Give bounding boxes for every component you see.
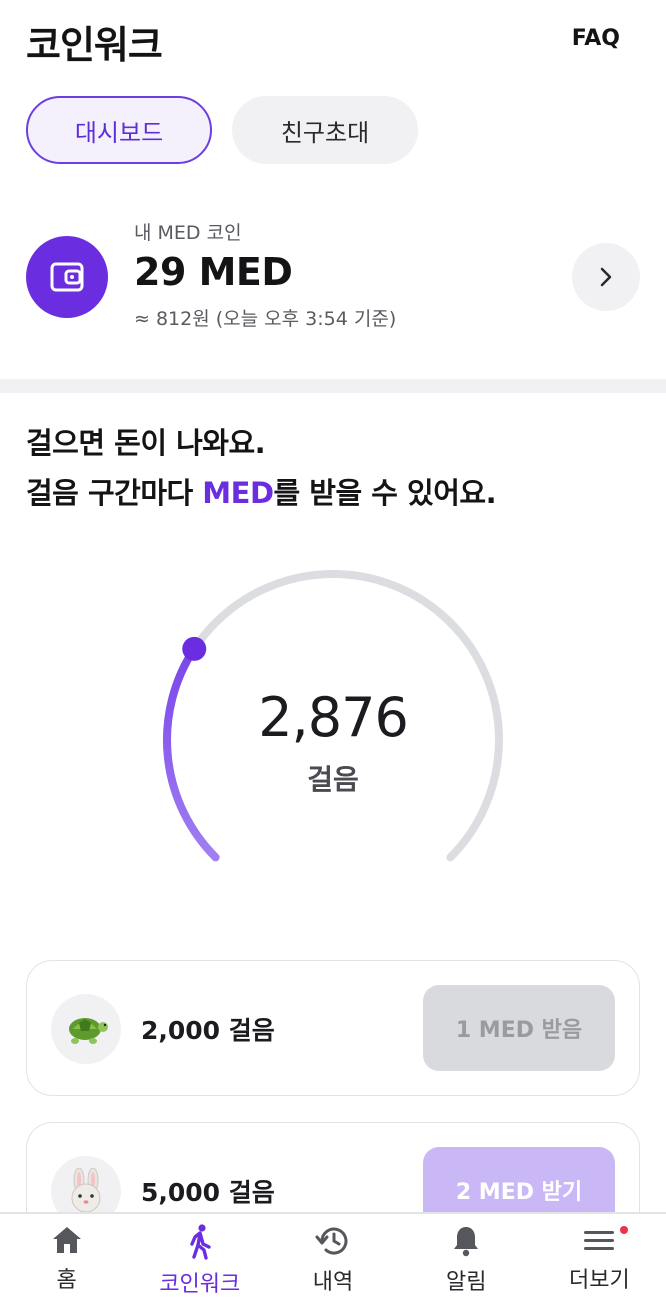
step-count: 2,876 <box>258 686 409 749</box>
milestone-label: 2,000 걸음 <box>141 1016 275 1045</box>
nav-label-more: 더보기 <box>569 1268 630 1293</box>
headline-line1: 걸으면 돈이 나와요. <box>26 426 266 460</box>
tab-invite-friends[interactable]: 친구초대 <box>232 96 418 164</box>
milestone-claimed-button[interactable]: 1 MED 받음 <box>423 985 615 1071</box>
milestone-label: 5,000 걸음 <box>141 1178 275 1207</box>
nav-item-history[interactable]: 내역 <box>266 1214 399 1299</box>
turtle-icon <box>51 994 121 1064</box>
notification-badge <box>620 1226 629 1234</box>
faq-link[interactable]: FAQ <box>572 26 620 51</box>
coin-label: 내 MED 코인 <box>134 222 242 244</box>
gauge-progress <box>163 644 220 862</box>
headline-accent: MED <box>202 476 274 510</box>
headline-line2-suffix: 를 받을 수 있어요. <box>273 476 497 510</box>
nav-item-home[interactable]: 홈 <box>0 1214 133 1299</box>
step-unit: 걸음 <box>307 763 359 796</box>
coin-amount: 29 MED <box>134 250 293 294</box>
nav-label-coinwalk: 코인워크 <box>159 1272 241 1297</box>
coin-krw-estimate: ≈ 812원 (오늘 오후 3:54 기준) <box>134 308 397 330</box>
gauge-knob <box>182 636 207 661</box>
chevron-right-icon <box>600 267 612 287</box>
walking-icon <box>190 1224 211 1260</box>
page-title: 코인워크 <box>26 23 163 67</box>
nav-item-more[interactable]: 더보기 <box>533 1214 666 1299</box>
history-icon <box>315 1227 348 1255</box>
milestone-card: 2,000 걸음 1 MED 받음 <box>26 960 640 1096</box>
wallet-icon <box>26 236 108 318</box>
tab-dashboard[interactable]: 대시보드 <box>26 96 212 164</box>
menu-icon <box>584 1231 615 1250</box>
nav-label-home: 홈 <box>56 1268 77 1293</box>
section-divider <box>0 379 666 393</box>
nav-label-alerts: 알림 <box>445 1270 487 1295</box>
header: 코인워크 FAQ <box>0 0 666 80</box>
nav-item-coinwalk[interactable]: 코인워크 <box>133 1214 266 1299</box>
coin-detail-button[interactable] <box>572 243 640 311</box>
bottom-nav: 홈 코인워크 내역 알림 더보기 <box>0 1212 666 1299</box>
nav-item-alerts[interactable]: 알림 <box>400 1214 533 1299</box>
promo-headline: 걸으면 돈이 나와요. 걸음 구간마다 MED를 받을 수 있어요. <box>26 418 497 518</box>
headline-line2-prefix: 걸음 구간마다 <box>26 476 203 510</box>
bell-icon <box>454 1227 479 1257</box>
nav-label-history: 내역 <box>312 1270 354 1295</box>
home-icon <box>52 1227 81 1253</box>
coinwalk-screen: 코인워크 FAQ 대시보드 친구초대 내 MED 코인 29 MED ≈ 812… <box>0 0 666 1299</box>
headline-line2: 걸음 구간마다 MED를 받을 수 있어요. <box>26 468 497 518</box>
